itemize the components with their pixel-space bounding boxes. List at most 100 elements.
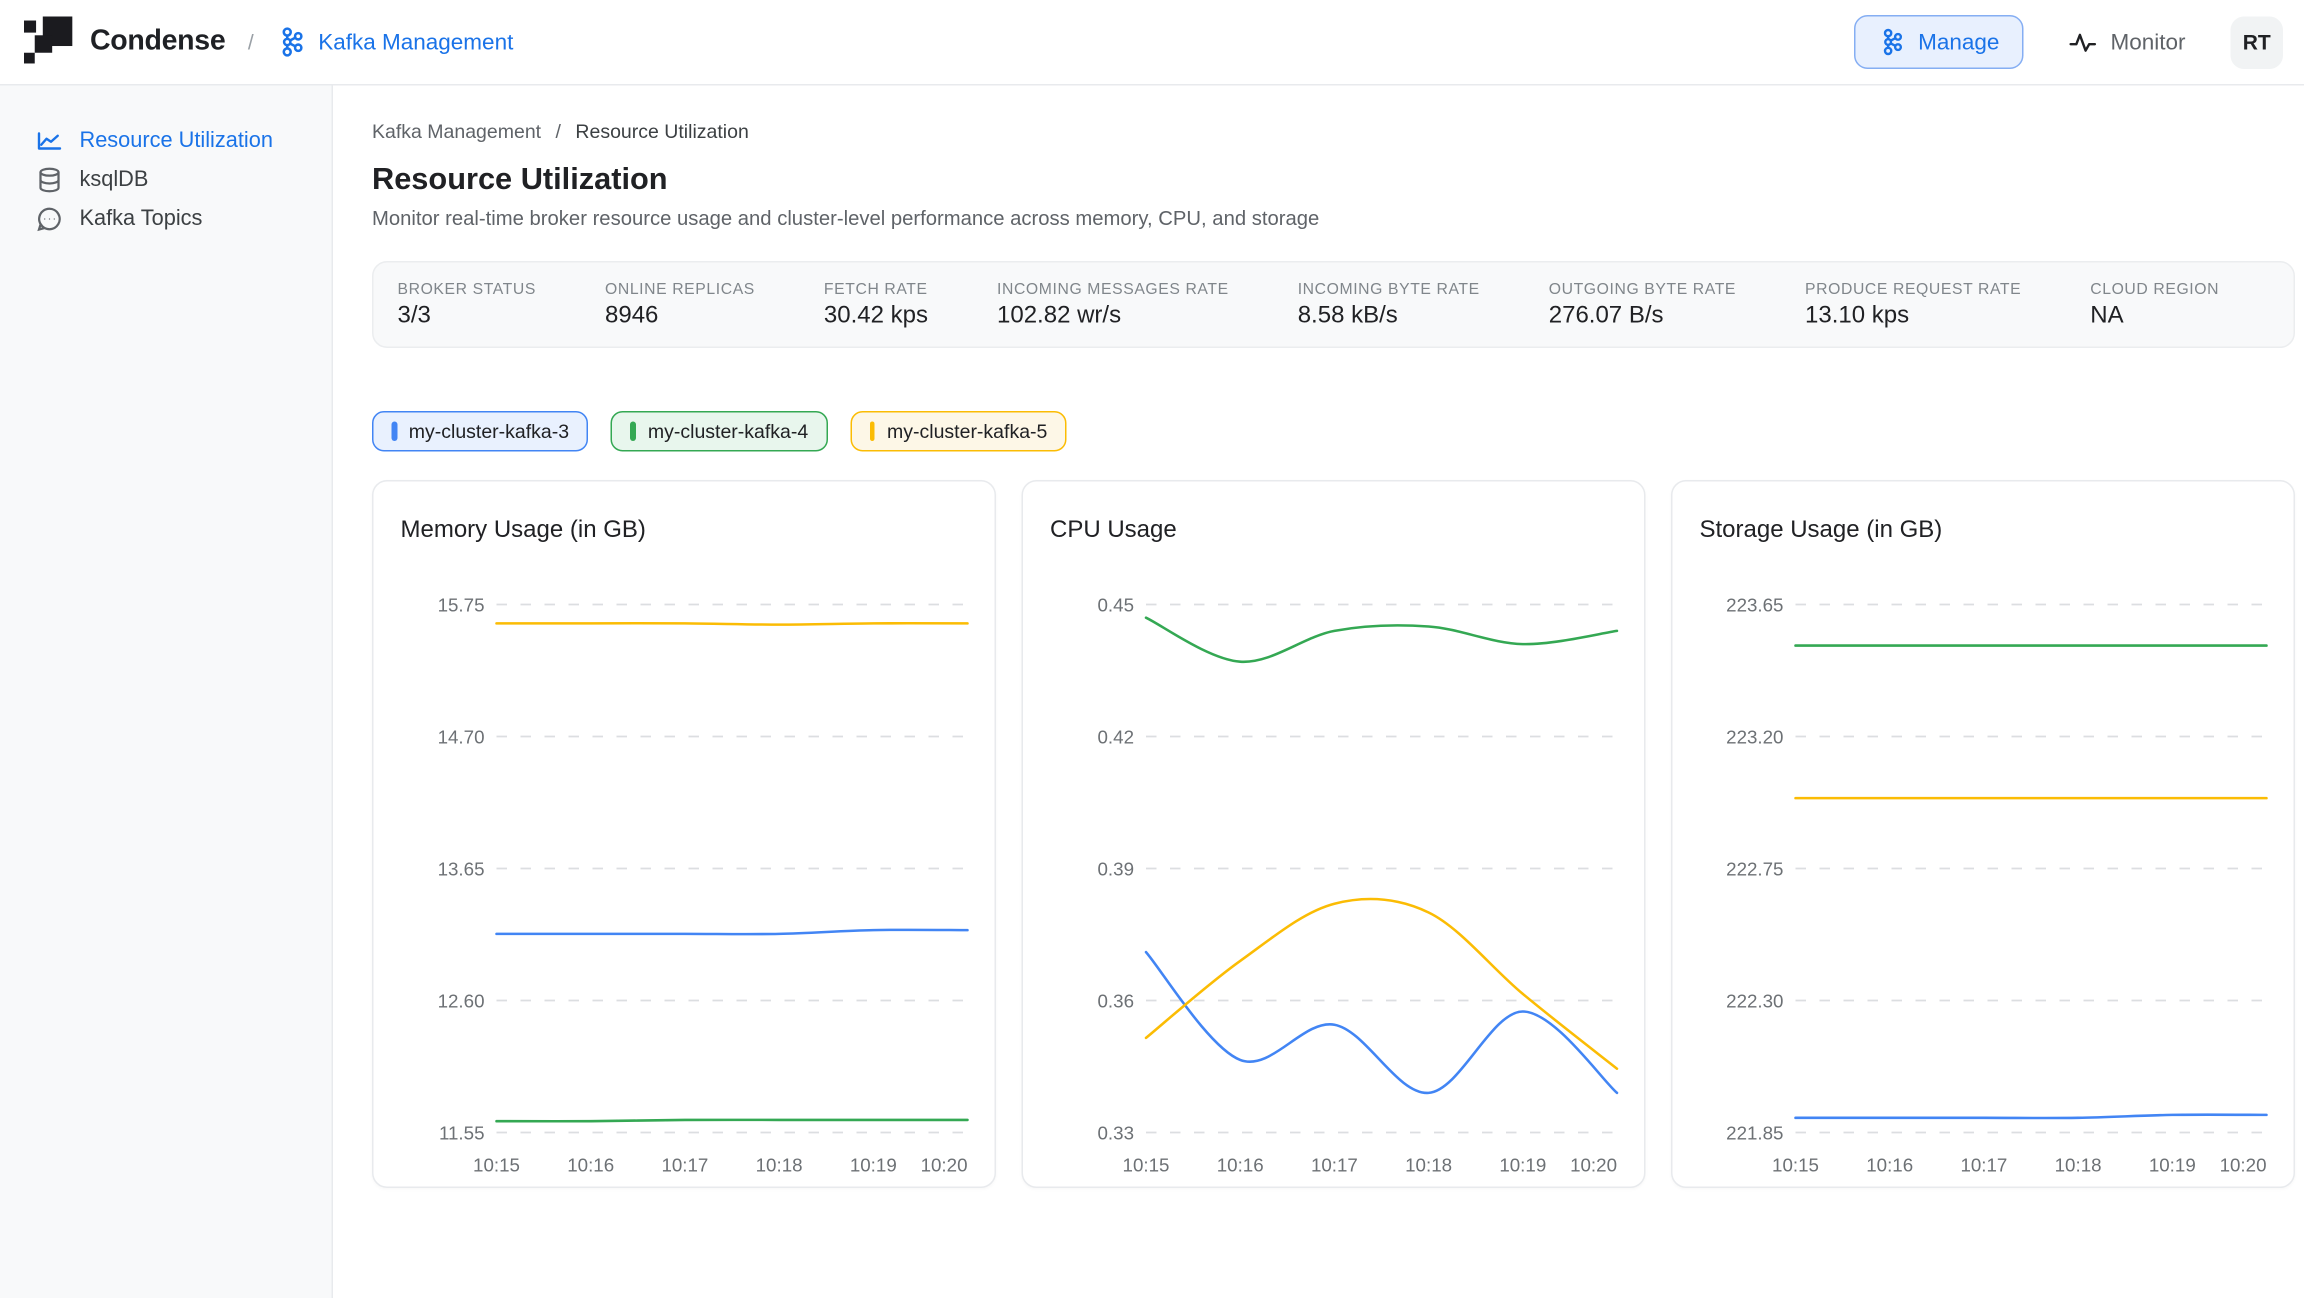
svg-text:10:15: 10:15 (473, 1155, 520, 1176)
stat-label: INCOMING BYTE RATE (1298, 280, 1480, 298)
stat-cloud-region: CLOUD REGION NA (2090, 280, 2219, 330)
svg-text:10:15: 10:15 (1123, 1155, 1170, 1176)
stat-produce-request-rate: PRODUCE REQUEST RATE 13.10 kps (1805, 280, 2021, 330)
svg-text:10:16: 10:16 (1866, 1155, 1913, 1176)
sidebar-label: Kafka Topics (80, 207, 203, 231)
stat-value: 8.58 kB/s (1298, 302, 1480, 329)
page-title: Resource Utilization (372, 162, 2295, 198)
svg-text:0.39: 0.39 (1098, 858, 1135, 879)
condense-logo-icon (24, 17, 75, 68)
stat-label: INCOMING MESSAGES RATE (997, 280, 1229, 298)
stat-label: PRODUCE REQUEST RATE (1805, 280, 2021, 298)
svg-text:10:20: 10:20 (2220, 1155, 2267, 1176)
cpu-usage-chart-card: CPU Usage 0.45 0.42 0.39 0.36 0.33 10:15 10:16… (1022, 480, 1646, 1188)
svg-text:15.75: 15.75 (438, 594, 485, 615)
stat-label: BROKER STATUS (398, 280, 536, 298)
stat-fetch-rate: FETCH RATE 30.42 kps (824, 280, 928, 330)
stat-value: 276.07 B/s (1549, 302, 1736, 329)
broker-color-bar (631, 422, 636, 442)
stat-value: NA (2090, 302, 2219, 329)
svg-text:223.65: 223.65 (1726, 594, 1783, 615)
kafka-management-label: Kafka Management (318, 29, 513, 55)
brand-logo[interactable]: Condense (24, 17, 225, 68)
svg-text:0.33: 0.33 (1098, 1122, 1135, 1143)
breadcrumb-parent[interactable]: Kafka Management (372, 120, 541, 143)
stat-label: ONLINE REPLICAS (605, 280, 755, 298)
database-icon (36, 167, 63, 194)
sidebar: Resource Utilization ksqlDB (0, 86, 333, 1298)
stat-value: 13.10 kps (1805, 302, 2021, 329)
monitor-button[interactable]: Monitor (2059, 26, 2194, 58)
stat-outgoing-byte-rate: OUTGOING BYTE RATE 276.07 B/s (1549, 280, 1736, 330)
breadcrumb-current: Resource Utilization (575, 120, 748, 143)
broker-chip-kafka-5[interactable]: my-cluster-kafka-5 (850, 411, 1067, 452)
broker-chip-kafka-4[interactable]: my-cluster-kafka-4 (611, 411, 828, 452)
svg-text:0.36: 0.36 (1098, 990, 1135, 1011)
sidebar-label: Resource Utilization (80, 129, 273, 153)
brand-name: Condense (90, 26, 225, 59)
storage-usage-chart: 223.65223.20222.75222.30221.8510:1510:16… (1700, 575, 2273, 1181)
chart-title: Memory Usage (in GB) (401, 518, 974, 545)
svg-text:10:18: 10:18 (1405, 1155, 1452, 1176)
svg-text:0.45: 0.45 (1098, 594, 1135, 615)
broker-legend: my-cluster-kafka-3 my-cluster-kafka-4 my… (372, 411, 2295, 452)
sidebar-label: ksqlDB (80, 168, 149, 192)
svg-text:10:18: 10:18 (756, 1155, 803, 1176)
stat-label: FETCH RATE (824, 280, 928, 298)
kafka-icon (276, 27, 306, 57)
svg-text:221.85: 221.85 (1726, 1122, 1783, 1143)
broker-chip-label: my-cluster-kafka-4 (648, 420, 808, 443)
svg-text:10:19: 10:19 (2149, 1155, 2196, 1176)
svg-text:10:20: 10:20 (1570, 1155, 1617, 1176)
svg-text:10:18: 10:18 (2055, 1155, 2102, 1176)
kafka-management-link[interactable]: Kafka Management (276, 27, 513, 57)
svg-text:10:15: 10:15 (1772, 1155, 1819, 1176)
stat-online-replicas: ONLINE REPLICAS 8946 (605, 280, 755, 330)
stat-label: OUTGOING BYTE RATE (1549, 280, 1736, 298)
sidebar-item-resource-utilization[interactable]: Resource Utilization (36, 122, 332, 161)
svg-text:10:17: 10:17 (661, 1155, 708, 1176)
svg-text:222.75: 222.75 (1726, 858, 1783, 879)
breadcrumb: Kafka Management / Resource Utilization (372, 120, 2295, 143)
svg-text:11.55: 11.55 (439, 1122, 485, 1143)
memory-usage-chart-card: Memory Usage (in GB) 15.7514.7013.6512.6… (372, 480, 996, 1188)
svg-text:13.65: 13.65 (438, 858, 485, 879)
stat-value: 8946 (605, 302, 755, 329)
svg-text:0.42: 0.42 (1098, 726, 1135, 747)
svg-text:10:17: 10:17 (1311, 1155, 1358, 1176)
svg-text:10:19: 10:19 (1499, 1155, 1546, 1176)
stat-value: 30.42 kps (824, 302, 928, 329)
breadcrumb-separator: / (556, 120, 561, 143)
sidebar-item-kafka-topics[interactable]: Kafka Topics (36, 200, 332, 239)
broker-chip-label: my-cluster-kafka-3 (409, 420, 569, 443)
manage-label: Manage (1918, 29, 1999, 55)
app-root: Condense / Kafka Management (0, 0, 2304, 1298)
manage-button[interactable]: Manage (1854, 15, 2024, 69)
main-content: Kafka Management / Resource Utilization … (333, 86, 2304, 1298)
memory-usage-chart: 15.7514.7013.6512.6011.5510:1510:1610:17… (401, 575, 974, 1181)
chart-title: CPU Usage (1050, 518, 1623, 545)
broker-chip-kafka-3[interactable]: my-cluster-kafka-3 (372, 411, 589, 452)
top-header: Condense / Kafka Management (0, 0, 2304, 86)
page-subtitle: Monitor real-time broker resource usage … (372, 207, 2295, 230)
stat-label: CLOUD REGION (2090, 280, 2219, 298)
cpu-usage-chart: 0.45 0.42 0.39 0.36 0.33 10:15 10:16 10:17 10:18… (1050, 575, 1623, 1181)
svg-text:10:17: 10:17 (1960, 1155, 2007, 1176)
sidebar-item-ksqldb[interactable]: ksqlDB (36, 161, 332, 200)
charts-row: Memory Usage (in GB) 15.7514.7013.6512.6… (372, 480, 2295, 1188)
manage-kafka-icon (1878, 29, 1905, 56)
svg-text:10:16: 10:16 (1217, 1155, 1264, 1176)
stat-value: 3/3 (398, 302, 536, 329)
line-chart-icon (36, 128, 63, 155)
svg-text:10:19: 10:19 (850, 1155, 897, 1176)
user-avatar[interactable]: RT (2231, 16, 2284, 69)
chart-title: Storage Usage (in GB) (1700, 518, 2273, 545)
svg-text:222.30: 222.30 (1726, 990, 1783, 1011)
svg-text:14.70: 14.70 (438, 726, 485, 747)
activity-icon (2068, 28, 2097, 57)
message-icon (36, 206, 63, 233)
svg-text:10:20: 10:20 (921, 1155, 968, 1176)
stats-bar: BROKER STATUS 3/3 ONLINE REPLICAS 8946 F… (372, 261, 2295, 348)
stat-incoming-messages-rate: INCOMING MESSAGES RATE 102.82 wr/s (997, 280, 1229, 330)
stat-broker-status: BROKER STATUS 3/3 (398, 280, 536, 330)
